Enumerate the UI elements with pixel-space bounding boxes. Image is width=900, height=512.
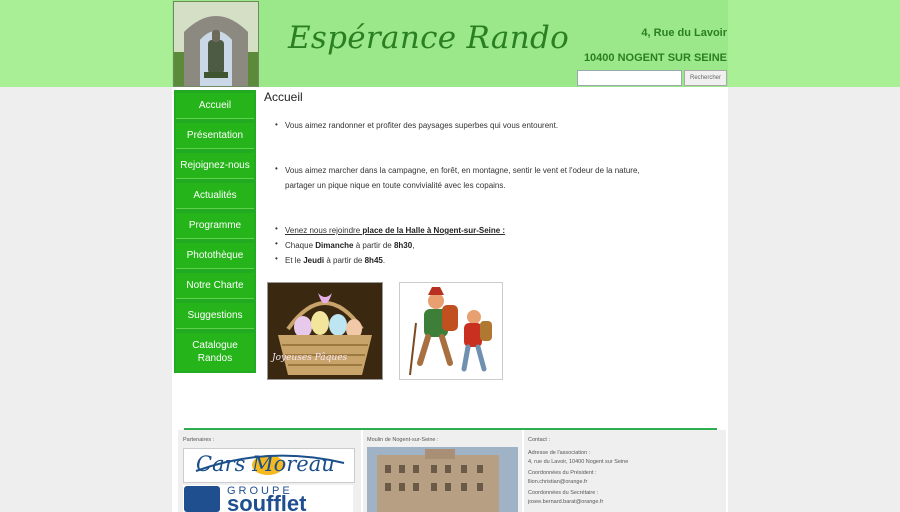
sidebar-item-actualites[interactable]: Actualités (176, 183, 254, 209)
sunday-day: Dimanche (315, 241, 354, 250)
hikers-image (399, 282, 503, 380)
search-input[interactable] (577, 70, 682, 86)
nature-paragraph-line-2: partager un pique nique en toute convivi… (285, 181, 506, 190)
partners-label: Partenaires : (183, 437, 215, 443)
thursday-end: . (382, 256, 386, 265)
mill-label: Moulin de Nogent-sur-Seine : (367, 437, 439, 443)
contact-label: Contact : (528, 437, 551, 443)
sidebar-nav: Accueil Présentation Rejoignez-nous Actu… (174, 90, 256, 373)
sidebar-item-programme[interactable]: Programme (176, 213, 254, 239)
site-header: Espérance Rando 4, Rue du Lavoir 10400 N… (172, 0, 728, 87)
thursday-mid: à partir de (324, 256, 365, 265)
bullet: • (275, 239, 278, 248)
search-button[interactable]: Rechercher (684, 70, 727, 86)
sunday-end: , (412, 241, 415, 250)
sidebar-item-catalogue-randos[interactable]: Catalogue Randos (176, 333, 254, 371)
president-label: Coordonnées du Président : (528, 470, 597, 476)
thursday-prefix: Et le (285, 256, 304, 265)
secretary-label: Coordonnées du Secrétaire : (528, 490, 599, 496)
easter-basket-image: Joyeuses Pâques (267, 282, 383, 380)
president-email[interactable]: llion.christian@orange.fr (528, 479, 587, 485)
sidebar-item-phototheque[interactable]: Photothèque (176, 243, 254, 269)
address-line-2: 10400 NOGENT SUR SEINE (583, 52, 727, 64)
soufflet-emblem (184, 486, 220, 512)
thursday-line: Et le Jeudi à partir de 8h45. (285, 253, 385, 268)
cars-moreau-logo[interactable]: Cars Moreau (183, 448, 355, 483)
thursday-time: 8h45 (364, 256, 383, 265)
sunday-line: Chaque Dimanche à partir de 8h30, (285, 238, 414, 253)
sidebar-item-rejoignez-nous[interactable]: Rejoignez-nous (176, 153, 254, 179)
sidebar-item-notre-charte[interactable]: Notre Charte (176, 273, 254, 299)
groupe-soufflet-logo[interactable]: GROUPE soufflet (183, 485, 353, 512)
main-content: Accueil Présentation Rejoignez-nous Actu… (172, 87, 728, 512)
address-line-1: 4, Rue du Lavoir (641, 27, 727, 39)
contact-address-label: Adresse de l'association : (528, 450, 591, 456)
sunday-prefix: Chaque (285, 241, 316, 250)
join-line: Venez nous rejoindre place de la Halle à… (285, 223, 505, 238)
bullet: • (275, 224, 278, 233)
bullet: • (275, 164, 278, 173)
sunday-time: 8h30 (393, 241, 413, 250)
cars-moreau-text: Cars Moreau (196, 452, 335, 476)
bullet: • (275, 120, 278, 129)
site-title[interactable]: Espérance Rando (288, 20, 569, 56)
logo-photo[interactable] (173, 1, 259, 87)
intro-paragraph: Vous aimez randonner et profiter des pay… (285, 121, 559, 130)
join-prefix: Venez nous rejoindre (285, 226, 363, 235)
bullet: • (275, 254, 278, 263)
sidebar-item-accueil[interactable]: Accueil (176, 93, 254, 119)
mill-photo[interactable] (367, 447, 518, 512)
sunday-mid: à partir de (353, 241, 394, 250)
sidebar-item-suggestions[interactable]: Suggestions (176, 303, 254, 329)
secretary-email[interactable]: josee.bernard.barat@orange.fr (528, 499, 603, 505)
sidebar-item-presentation[interactable]: Présentation (176, 123, 254, 149)
thursday-day: Jeudi (303, 256, 325, 265)
join-location: place de la Halle à Nogent-sur-Seine : (362, 226, 506, 235)
easter-caption: Joyeuses Pâques (272, 353, 348, 363)
page-title: Accueil (264, 90, 303, 104)
nature-paragraph-line-1: Vous aimez marcher dans la campagne, en … (285, 166, 640, 175)
soufflet-text: soufflet (227, 491, 307, 512)
contact-address: 4, rue du Lavoir, 10400 Nogent sur Seine (528, 459, 629, 465)
